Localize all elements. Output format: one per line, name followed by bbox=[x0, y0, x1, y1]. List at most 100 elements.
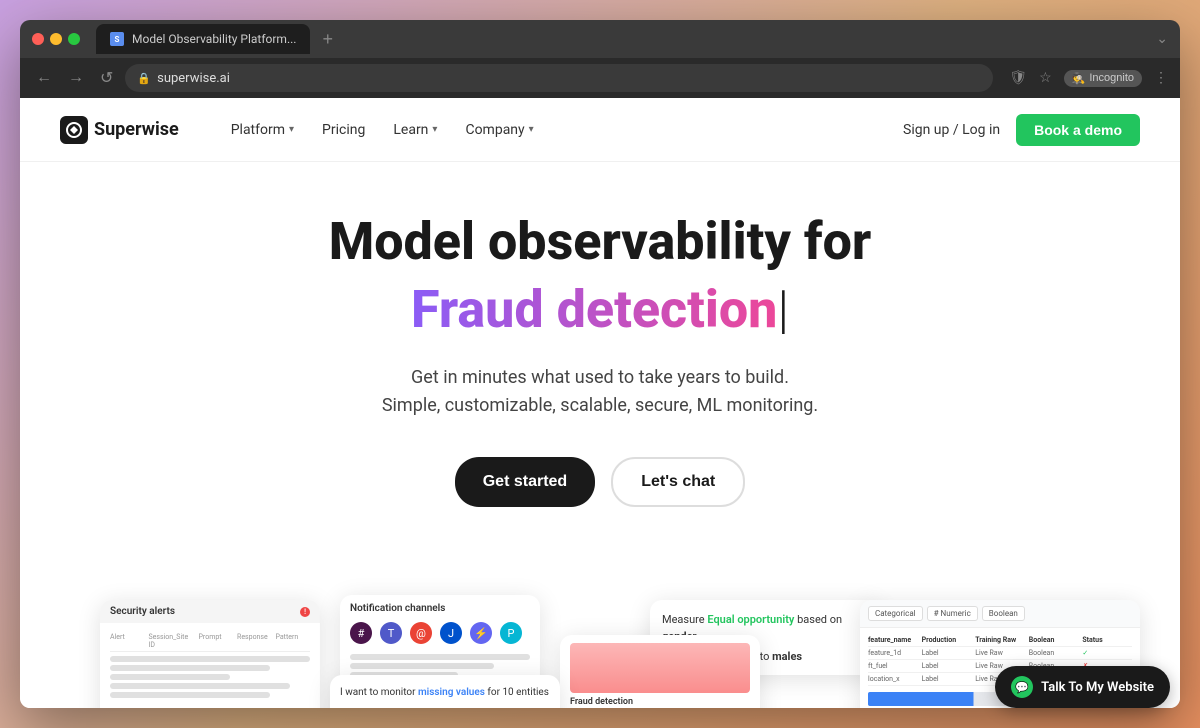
hero-desc-line1: Get in minutes what used to take years t… bbox=[411, 367, 789, 388]
fraud-stats: ♡ 90 ⊞ 112 ◈ 3 bbox=[560, 707, 760, 708]
slack-icon: # bbox=[350, 622, 372, 644]
security-card-body: Alert Session_Site ID Prompt Response Pa… bbox=[100, 623, 320, 706]
nav-pricing[interactable]: Pricing bbox=[310, 114, 377, 146]
security-title: Security alerts bbox=[110, 606, 175, 617]
table-row: feature_1d Label Live Raw Boolean ✓ bbox=[868, 647, 1132, 660]
star-icon[interactable]: ☆ bbox=[1039, 70, 1052, 86]
jira-icon: J bbox=[440, 622, 462, 644]
security-row-5 bbox=[110, 692, 270, 698]
nav-right: Sign up / Log in Book a demo bbox=[903, 114, 1140, 146]
notif-line-2 bbox=[350, 663, 494, 669]
data-eng-text: I want to monitor missing values for 10 … bbox=[340, 685, 550, 708]
hero-gradient-text: Fraud detection bbox=[411, 279, 777, 340]
hero-title-line2: Fraud detection| bbox=[411, 280, 789, 340]
fraud-label: Fraud detection bbox=[560, 697, 760, 707]
tab-bar: S Model Observability Platform... + ⌄ bbox=[96, 24, 1168, 54]
nav-links: Platform ▾ Pricing Learn ▾ Company ▾ bbox=[219, 114, 903, 146]
tab-boolean[interactable]: Boolean bbox=[982, 606, 1025, 621]
notif-line-1 bbox=[350, 654, 530, 660]
incognito-button[interactable]: 🕵 Incognito bbox=[1064, 70, 1142, 87]
males-highlight: males bbox=[772, 650, 802, 663]
dashboard-tabs: Categorical # Numeric Boolean bbox=[860, 600, 1140, 628]
browser-toolbar: ← → ↺ 🔒 superwise.ai 🛡 ☆ 🕵 Incognito ⋮ bbox=[20, 58, 1180, 98]
security-badge: ! bbox=[300, 607, 310, 617]
logo-icon bbox=[60, 116, 88, 144]
logo[interactable]: Superwise bbox=[60, 116, 179, 144]
row1-feature: feature_1d bbox=[868, 649, 918, 657]
sec-col-pattern: Pattern bbox=[276, 633, 311, 649]
menu-icon[interactable]: ⋮ bbox=[1154, 70, 1168, 86]
hero-desc-line2: Simple, customizable, scalable, secure, … bbox=[382, 395, 818, 416]
row2-production: Label bbox=[922, 662, 972, 670]
row1-training: Live Raw bbox=[975, 649, 1025, 657]
cursor: | bbox=[777, 279, 789, 340]
url-display: superwise.ai bbox=[157, 71, 981, 86]
company-chevron-icon: ▾ bbox=[529, 124, 534, 135]
minimize-button[interactable] bbox=[50, 33, 62, 45]
security-row-1 bbox=[110, 656, 310, 662]
hero-description: Get in minutes what used to take years t… bbox=[382, 364, 818, 422]
col-boolean: Boolean bbox=[1029, 636, 1079, 644]
sign-in-link[interactable]: Sign up / Log in bbox=[903, 122, 1000, 138]
fraud-bar-chart bbox=[570, 643, 750, 693]
browser-window: S Model Observability Platform... + ⌄ ← … bbox=[20, 20, 1180, 708]
col-status: Status bbox=[1082, 636, 1132, 644]
webhook-icon: ⚡ bbox=[470, 622, 492, 644]
logo-text: Superwise bbox=[94, 119, 179, 140]
row1-production: Label bbox=[922, 649, 972, 657]
hero-buttons: Get started Let's chat bbox=[455, 457, 746, 507]
mail-icon: @ bbox=[410, 622, 432, 644]
shield-icon: 🛡 bbox=[1009, 70, 1027, 86]
toolbar-right: 🛡 ☆ 🕵 Incognito ⋮ bbox=[1009, 70, 1168, 87]
row2-feature: ft_fuel bbox=[868, 662, 918, 670]
talk-label: Talk To My Website bbox=[1041, 680, 1154, 695]
back-button[interactable]: ← bbox=[32, 65, 56, 91]
tab-title: Model Observability Platform... bbox=[132, 32, 296, 46]
nav-company[interactable]: Company ▾ bbox=[453, 114, 545, 146]
row1-status: ✓ bbox=[1082, 649, 1132, 657]
maximize-button[interactable] bbox=[68, 33, 80, 45]
nav-learn[interactable]: Learn ▾ bbox=[381, 114, 449, 146]
notification-title: Notification channels bbox=[340, 595, 540, 618]
hero-section: Model observability for Fraud detection|… bbox=[20, 162, 1180, 708]
sec-col-response: Response bbox=[237, 633, 272, 649]
tab-favicon: S bbox=[110, 32, 124, 46]
refresh-button[interactable]: ↺ bbox=[96, 64, 117, 92]
tab-categorical[interactable]: Categorical bbox=[868, 606, 923, 621]
lets-chat-button[interactable]: Let's chat bbox=[611, 457, 745, 507]
active-tab[interactable]: S Model Observability Platform... bbox=[96, 24, 310, 54]
equal-opportunity-highlight: Equal opportunity bbox=[707, 613, 794, 626]
navbar: Superwise Platform ▾ Pricing Learn ▾ bbox=[20, 98, 1180, 162]
nav-platform[interactable]: Platform ▾ bbox=[219, 114, 306, 146]
hero-title-line1: Model observability for bbox=[329, 212, 872, 272]
col-training: Training Raw bbox=[975, 636, 1025, 644]
address-bar[interactable]: 🔒 superwise.ai bbox=[125, 64, 993, 92]
tab-numeric[interactable]: # Numeric bbox=[927, 606, 978, 621]
security-row-4 bbox=[110, 683, 290, 689]
row1-boolean: Boolean bbox=[1029, 649, 1079, 657]
missing-values-highlight: missing values bbox=[418, 687, 485, 698]
new-tab-button[interactable]: + bbox=[314, 30, 341, 48]
close-button[interactable] bbox=[32, 33, 44, 45]
col-production: Production bbox=[922, 636, 972, 644]
incognito-icon: 🕵 bbox=[1072, 72, 1086, 85]
sec-col-alert: Alert bbox=[110, 633, 145, 649]
website-content: Superwise Platform ▾ Pricing Learn ▾ bbox=[20, 98, 1180, 708]
pager-icon: P bbox=[500, 622, 522, 644]
notification-icons: # T @ J ⚡ P bbox=[340, 618, 540, 648]
browser-titlebar: S Model Observability Platform... + ⌄ bbox=[20, 20, 1180, 58]
get-started-button[interactable]: Get started bbox=[455, 457, 595, 507]
talk-to-website-button[interactable]: 💬 Talk To My Website bbox=[995, 666, 1170, 708]
learn-chevron-icon: ▾ bbox=[432, 124, 437, 135]
lock-icon: 🔒 bbox=[137, 72, 151, 85]
forward-button[interactable]: → bbox=[64, 65, 88, 91]
security-row-2 bbox=[110, 665, 270, 671]
security-rows bbox=[110, 656, 310, 698]
incognito-label: Incognito bbox=[1089, 72, 1134, 84]
tab-options-icon: ⌄ bbox=[1156, 31, 1168, 47]
fraud-detection-card: Fraud detection ♡ 90 ⊞ 112 ◈ 3 bbox=[560, 635, 760, 708]
security-card-header: Security alerts ! bbox=[100, 600, 320, 623]
book-demo-button[interactable]: Book a demo bbox=[1016, 114, 1140, 146]
row3-production: Label bbox=[922, 675, 972, 683]
teams-icon: T bbox=[380, 622, 402, 644]
